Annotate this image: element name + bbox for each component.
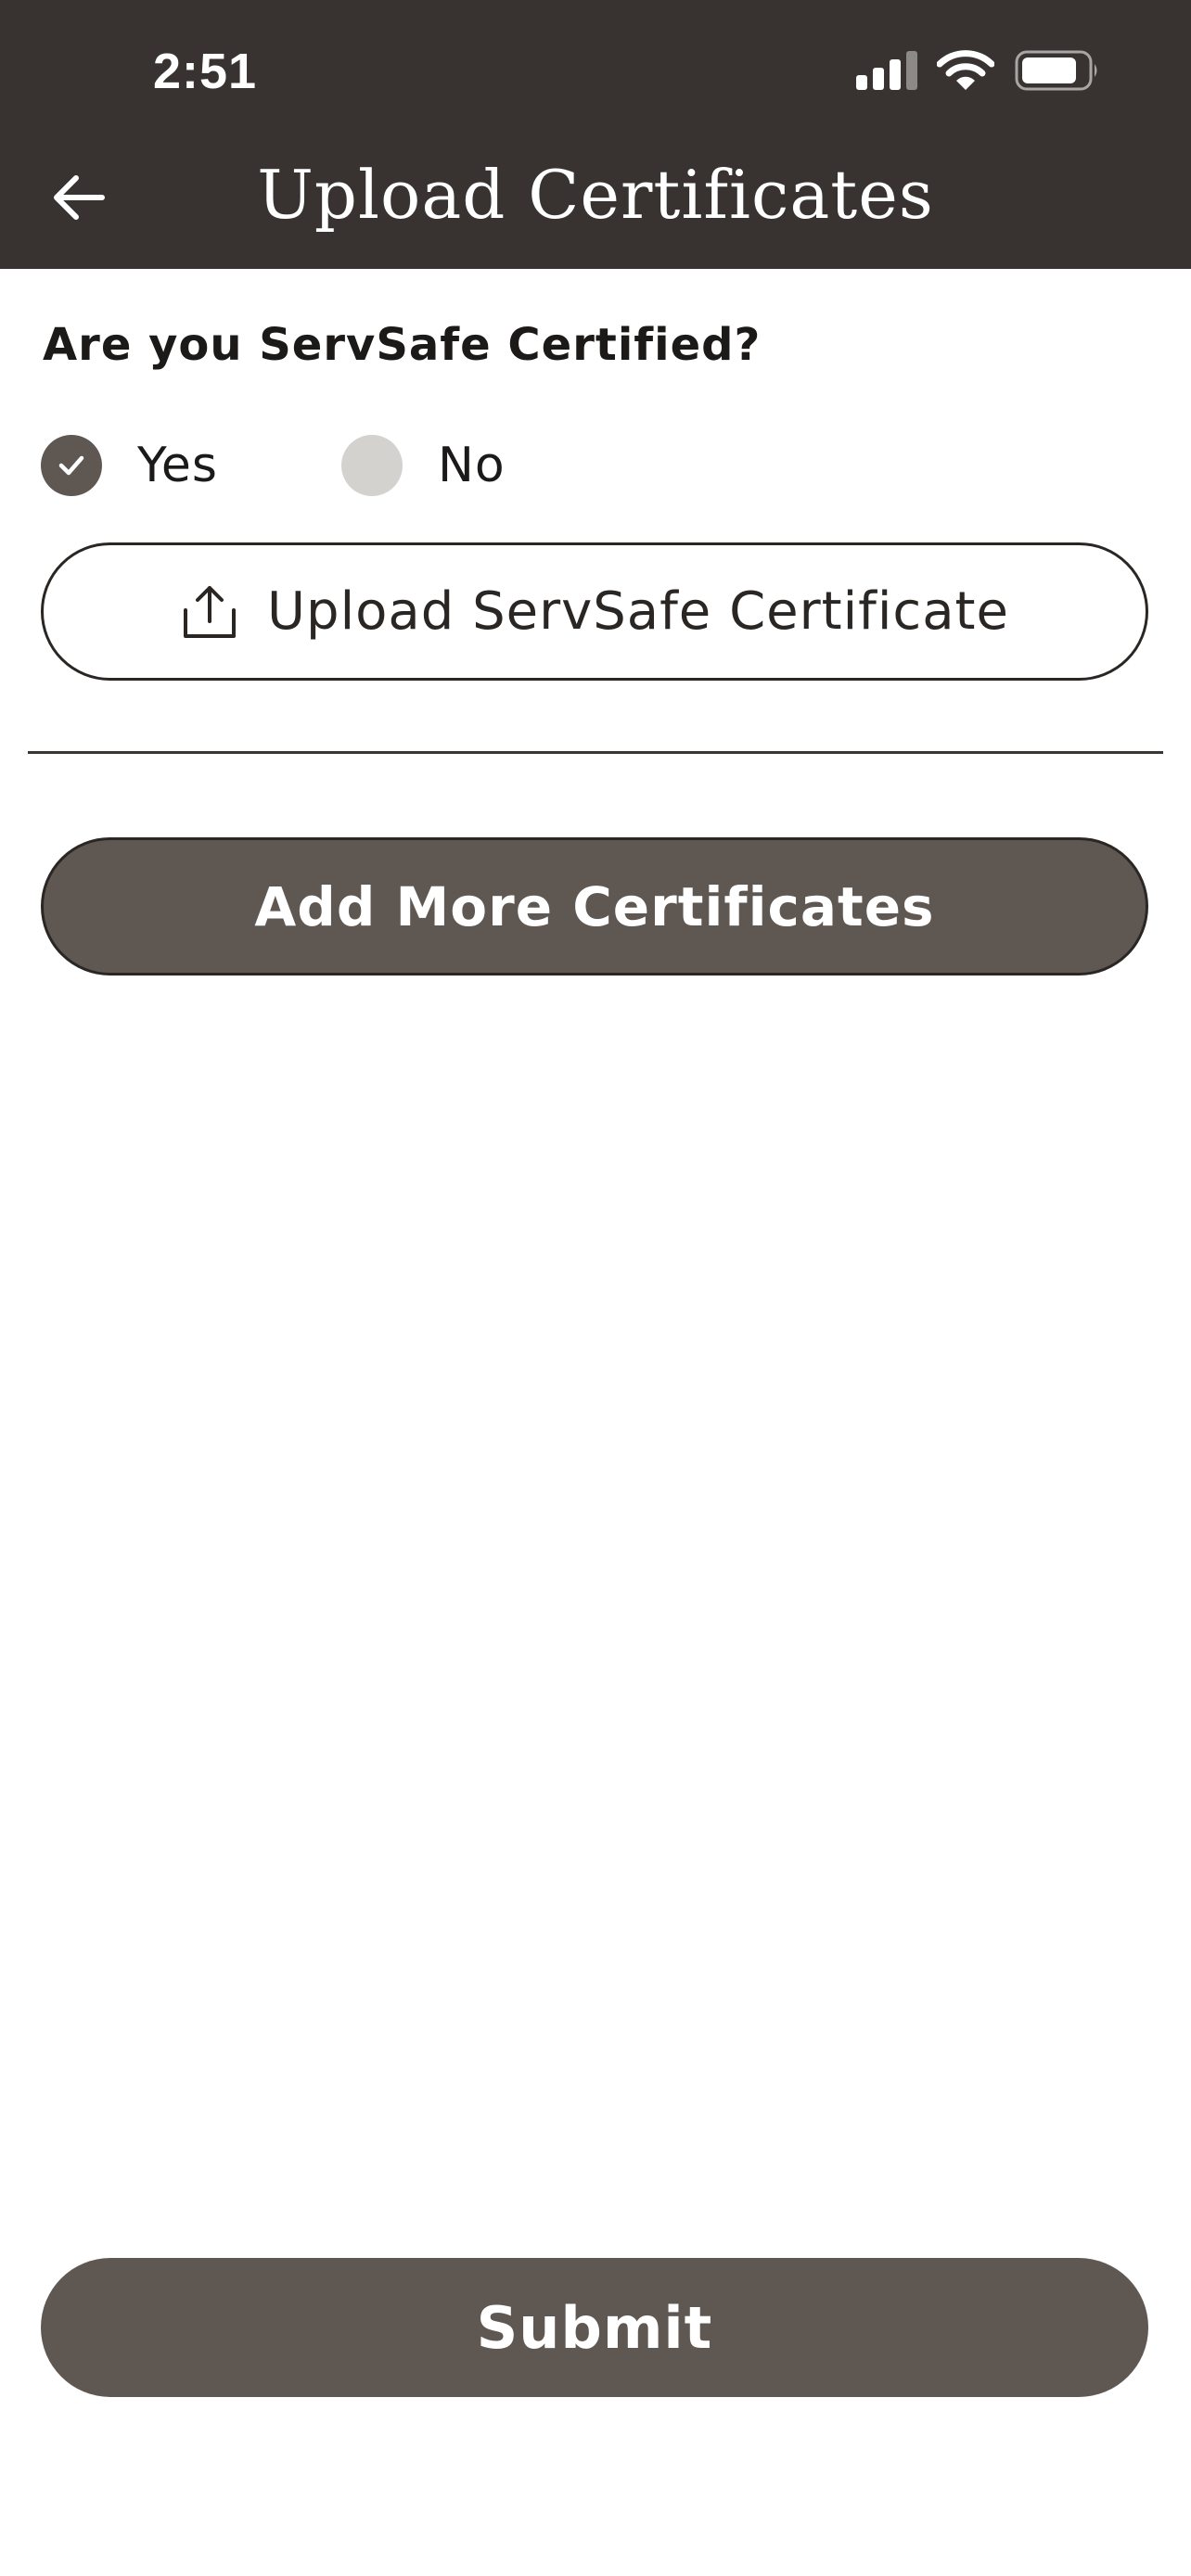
check-icon (41, 435, 102, 496)
upload-servsafe-certificate-button[interactable]: Upload ServSafe Certificate (41, 542, 1148, 681)
divider (28, 751, 1163, 754)
add-more-certificates-button[interactable]: Add More Certificates (41, 837, 1148, 976)
submit-button-label: Submit (476, 2293, 713, 2362)
upload-icon (184, 585, 237, 638)
upload-button-label: Upload ServSafe Certificate (267, 581, 1009, 642)
radio-unchecked-icon (341, 435, 403, 496)
submit-button[interactable]: Submit (41, 2258, 1148, 2397)
wifi-icon (937, 50, 994, 90)
radio-yes-label: Yes (137, 438, 218, 493)
battery-icon (1015, 50, 1097, 91)
servsafe-question: Are you ServSafe Certified? (43, 319, 762, 371)
add-more-button-label: Add More Certificates (254, 874, 935, 938)
radio-yes[interactable]: Yes (41, 432, 218, 499)
page-title: Upload Certificates (257, 156, 934, 234)
radio-no-label: No (438, 438, 506, 493)
radio-no[interactable]: No (341, 432, 506, 499)
cellular-signal-icon (856, 51, 917, 90)
status-time: 2:51 (153, 44, 258, 99)
